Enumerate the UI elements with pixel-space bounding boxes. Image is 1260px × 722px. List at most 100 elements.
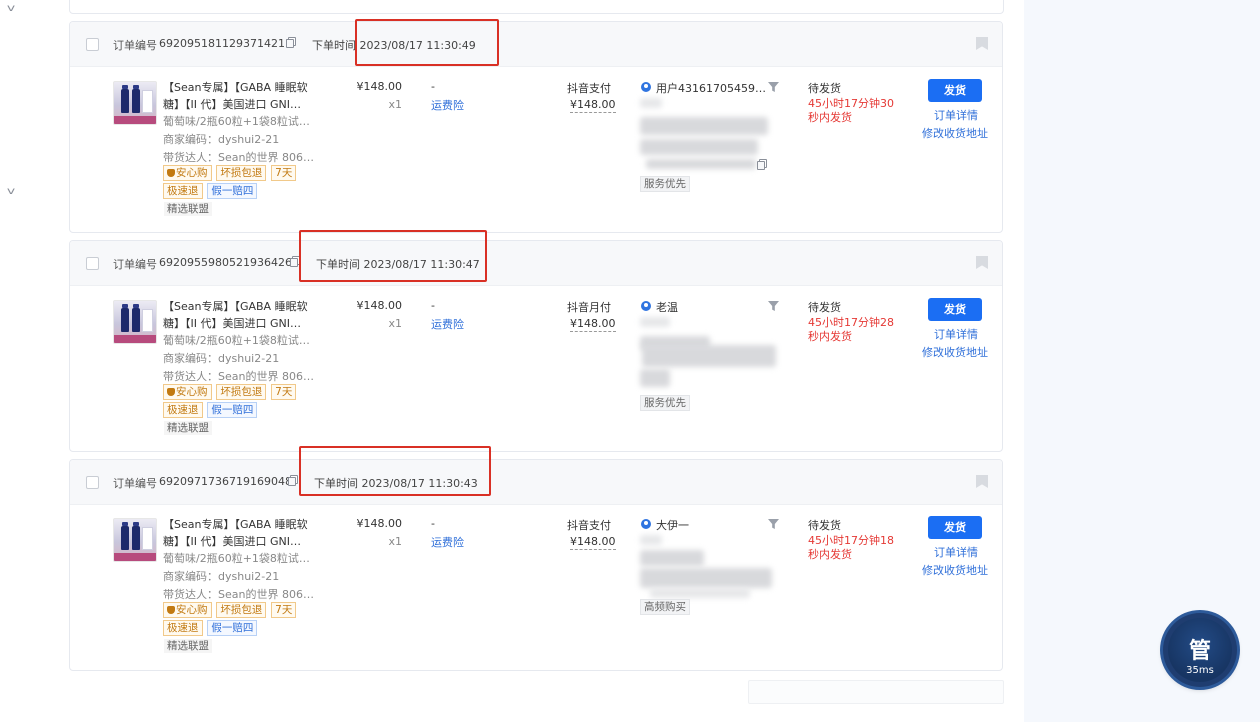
- filter-icon[interactable]: [768, 519, 779, 529]
- order-checkbox[interactable]: [86, 38, 99, 51]
- pay-amount[interactable]: ¥148.00: [570, 98, 616, 113]
- ship-button[interactable]: 发货: [928, 79, 982, 102]
- order-card: 订单编号 6920951811293714211 下单时间 2023/08/17…: [69, 21, 1003, 233]
- influencer: 带货达人：Sean的世界 806…: [163, 370, 314, 383]
- shield-icon: [167, 169, 175, 177]
- ship-countdown: 45小时17分钟28秒内发货: [808, 316, 894, 343]
- copy-icon[interactable]: [286, 37, 296, 48]
- unit-price: ¥148.00: [356, 517, 403, 530]
- freight-insurance-link[interactable]: 运费险: [431, 316, 464, 332]
- buyer-name[interactable]: 大伊一: [656, 517, 766, 533]
- tags-row: 精选联盟: [163, 201, 214, 217]
- shield-icon: [167, 388, 175, 396]
- assistant-badge-char: 管: [1188, 639, 1211, 664]
- tag-fast-refund: 极速退: [163, 620, 203, 636]
- flag-icon[interactable]: [976, 475, 988, 488]
- product-title[interactable]: 【Sean专属】【GABA 睡眠软 糖】【II 代】美国进口 GNI…: [163, 79, 313, 113]
- order-number: 6920951811293714211: [159, 37, 292, 50]
- flag-icon[interactable]: [976, 256, 988, 269]
- tag-fake-compensation: 假一赔四: [207, 620, 258, 636]
- tags-row: 精选联盟: [163, 638, 214, 654]
- pay-method: 抖音支付: [567, 519, 611, 532]
- order-no-label: 订单编号: [113, 258, 157, 271]
- order-header: 订单编号 6920971736719169048 下单时间 2023/08/17…: [70, 460, 1002, 505]
- tag-fast-refund: 极速退: [163, 402, 203, 418]
- order-checkbox[interactable]: [86, 476, 99, 489]
- blurred-address: [640, 139, 758, 155]
- edit-address-link[interactable]: 修改收货地址: [922, 344, 988, 360]
- unit-price: ¥148.00: [356, 80, 403, 93]
- product-sku: 葡萄味/2瓶60粒+1袋8粒试…: [163, 334, 310, 347]
- blurred-address: [640, 369, 670, 387]
- tags-row: 极速退 假一赔四: [163, 183, 258, 199]
- order-number: 6920971736719169048: [159, 475, 292, 488]
- assistant-floating-button[interactable]: 管 35ms: [1163, 613, 1237, 687]
- tag-alliance: 精选联盟: [163, 420, 213, 436]
- quantity: x1: [388, 98, 402, 111]
- service-tag: 服务优先: [640, 395, 690, 411]
- blurred-address: [646, 159, 756, 169]
- product-sku: 葡萄味/2瓶60粒+1袋8粒试…: [163, 115, 310, 128]
- copy-icon[interactable]: [290, 256, 300, 267]
- tags-row: 安心购 坏损包退 7天: [163, 602, 297, 618]
- pay-amount[interactable]: ¥148.00: [570, 535, 616, 550]
- tag-damage-return: 坏损包退: [216, 165, 267, 181]
- freight-insurance-link[interactable]: 运费险: [431, 97, 464, 113]
- chevron-down-icon[interactable]: v: [7, 186, 15, 197]
- product-thumbnail[interactable]: [113, 300, 157, 344]
- pay-method: 抖音月付: [567, 301, 611, 314]
- product-title[interactable]: 【Sean专属】【GABA 睡眠软 糖】【II 代】美国进口 GNI…: [163, 298, 313, 332]
- ship-countdown: 45小时17分钟18秒内发货: [808, 534, 894, 561]
- tag-damage-return: 坏损包退: [216, 602, 267, 618]
- tag-anxingou: 安心购: [163, 165, 212, 181]
- tag-damage-return: 坏损包退: [216, 384, 267, 400]
- blurred-address: [640, 550, 704, 566]
- order-card: 订单编号 6920955980521936426 下单时间 2023/08/17…: [69, 240, 1003, 452]
- copy-icon[interactable]: [757, 159, 767, 170]
- influencer: 带货达人：Sean的世界 806…: [163, 151, 314, 164]
- shield-icon: [167, 606, 175, 614]
- buyer-name[interactable]: 老温: [656, 299, 766, 315]
- tag-7day: 7天: [271, 165, 297, 181]
- edit-address-link[interactable]: 修改收货地址: [922, 562, 988, 578]
- order-card: 订单编号 6920971736719169048 下单时间 2023/08/17…: [69, 459, 1003, 671]
- order-header: 订单编号 6920951811293714211 下单时间 2023/08/17…: [70, 22, 1002, 67]
- order-no-label: 订单编号: [113, 39, 157, 52]
- service-tag: 服务优先: [640, 176, 690, 192]
- merchant-code: 商家编码：dyshui2-21: [163, 570, 280, 583]
- discount-dash: -: [431, 80, 435, 93]
- freight-insurance-link[interactable]: 运费险: [431, 534, 464, 550]
- product-title[interactable]: 【Sean专属】【GABA 睡眠软 糖】【II 代】美国进口 GNI…: [163, 516, 313, 550]
- blurred-address: [640, 98, 662, 108]
- highlight-box: [299, 446, 491, 496]
- user-icon: [641, 301, 651, 311]
- product-thumbnail[interactable]: [113, 518, 157, 562]
- flag-icon[interactable]: [976, 37, 988, 50]
- highlight-box: [299, 230, 487, 282]
- product-sku: 葡萄味/2瓶60粒+1袋8粒试…: [163, 552, 310, 565]
- merchant-code: 商家编码：dyshui2-21: [163, 352, 280, 365]
- highlight-box: [355, 19, 499, 66]
- order-checkbox[interactable]: [86, 257, 99, 270]
- buyer-name[interactable]: 用户43161705459…: [656, 80, 766, 96]
- ship-button[interactable]: 发货: [928, 516, 982, 539]
- user-icon: [641, 82, 651, 92]
- pay-amount[interactable]: ¥148.00: [570, 317, 616, 332]
- copy-icon[interactable]: [288, 475, 298, 486]
- chevron-down-icon[interactable]: v: [7, 3, 15, 14]
- order-detail-link[interactable]: 订单详情: [934, 326, 978, 342]
- edit-address-link[interactable]: 修改收货地址: [922, 125, 988, 141]
- filter-icon[interactable]: [768, 82, 779, 92]
- quantity: x1: [388, 317, 402, 330]
- tags-row: 安心购 坏损包退 7天: [163, 165, 297, 181]
- order-detail-link[interactable]: 订单详情: [934, 107, 978, 123]
- order-header: 订单编号 6920955980521936426 下单时间 2023/08/17…: [70, 241, 1002, 286]
- product-thumbnail[interactable]: [113, 81, 157, 125]
- filter-icon[interactable]: [768, 301, 779, 311]
- ship-button[interactable]: 发货: [928, 298, 982, 321]
- blurred-address: [640, 568, 772, 588]
- blurred-address: [640, 117, 768, 135]
- order-detail-link[interactable]: 订单详情: [934, 544, 978, 560]
- blurred-address: [650, 588, 750, 598]
- order-status: 待发货: [808, 519, 841, 532]
